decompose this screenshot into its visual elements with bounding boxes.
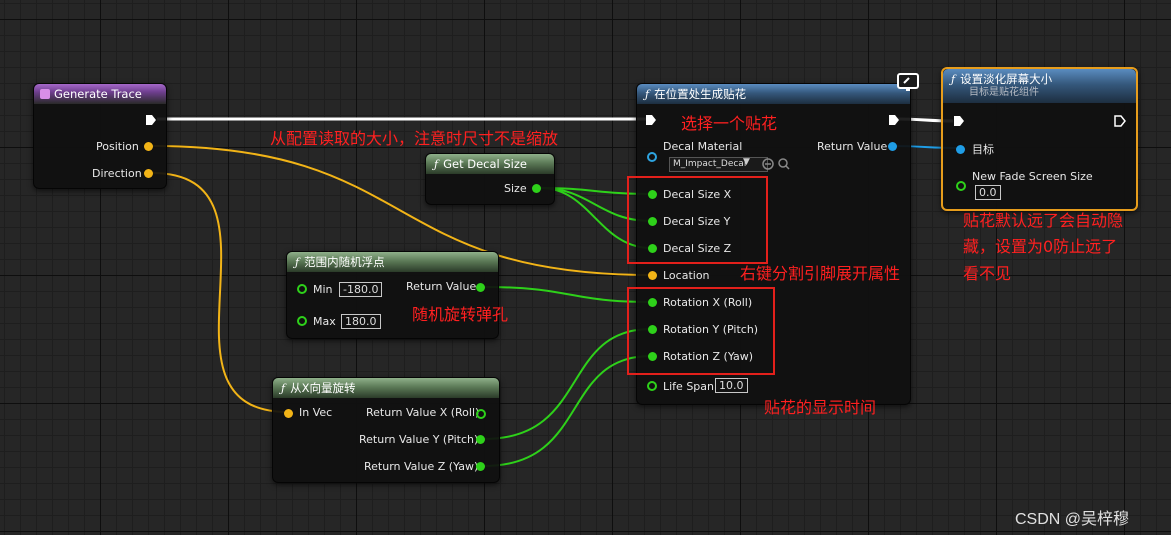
min-value-field[interactable]: -180.0 xyxy=(339,282,383,297)
pin-label-target: 目标 xyxy=(972,143,994,156)
event-icon xyxy=(40,89,50,99)
size-pin[interactable] xyxy=(532,184,541,193)
function-icon: ƒ xyxy=(645,88,650,101)
node-title: 设置淡化屏幕大小 xyxy=(960,72,1053,86)
function-icon: ƒ xyxy=(281,382,286,395)
new-fade-screen-size-field[interactable]: 0.0 xyxy=(975,185,1001,200)
location-pin[interactable] xyxy=(648,271,657,280)
pin-label-direction: Direction xyxy=(92,167,142,180)
in-vec-pin[interactable] xyxy=(284,409,293,418)
pin-label-position: Position xyxy=(96,140,139,153)
node-title: 范围内随机浮点 xyxy=(304,255,385,269)
pin-label-decal-material: Decal Material xyxy=(663,140,743,153)
pin-label-return-z: Return Value Z (Yaw) xyxy=(364,460,479,473)
annotation-config-size: 从配置读取的大小，注意时尺寸不是缩放 xyxy=(270,129,559,148)
direction-pin[interactable] xyxy=(144,169,153,178)
highlight-box-decal-size xyxy=(627,176,768,264)
pin-label-return-value: Return Value xyxy=(406,280,477,293)
return-z-pin[interactable] xyxy=(476,462,485,471)
return-value-pin[interactable] xyxy=(476,283,485,292)
node-subtitle: 目标是贴花组件 xyxy=(969,87,1039,98)
node-title: Generate Trace xyxy=(54,87,142,101)
pin-label-location: Location xyxy=(663,269,710,282)
annotation-random-rotate: 随机旋转弹孔 xyxy=(412,305,509,324)
monitor-icon xyxy=(897,73,919,91)
annotation-fade-note-3: 看不见 xyxy=(963,264,1012,283)
annotation-display-time: 贴花的显示时间 xyxy=(764,398,877,417)
pin-label-new-fade-screen-size: New Fade Screen Size xyxy=(972,170,1093,183)
target-pin[interactable] xyxy=(956,145,965,154)
reset-arrow-icon[interactable] xyxy=(761,157,775,171)
node-rotation-from-x-vector[interactable]: ƒ 从X向量旋转 In Vec Return Value X (Roll) Ret… xyxy=(272,377,500,483)
node-set-fade-screen-size[interactable]: ƒ 设置淡化屏幕大小 目标是贴花组件 目标 New Fade Screen Siz… xyxy=(941,67,1138,211)
annotation-choose-decal: 选择一个贴花 xyxy=(681,114,778,133)
node-generate-trace[interactable]: Generate Trace Position Direction xyxy=(33,83,167,189)
max-value-field[interactable]: 180.0 xyxy=(341,314,381,329)
browse-search-icon[interactable] xyxy=(777,157,791,171)
min-pin[interactable] xyxy=(297,284,307,294)
max-pin[interactable] xyxy=(297,316,307,326)
pin-label-return-value: Return Value xyxy=(817,140,888,153)
pin-label-return-x: Return Value X (Roll) xyxy=(366,406,480,419)
pin-label-min: Min xyxy=(313,283,333,296)
pin-label-return-y: Return Value Y (Pitch) xyxy=(359,433,479,446)
dropdown-chevron-icon[interactable]: ▼ xyxy=(743,157,750,167)
wire-direction-to-in-vec[interactable] xyxy=(151,172,289,413)
return-y-pin[interactable] xyxy=(476,435,485,444)
pin-label-in-vec: In Vec xyxy=(299,406,333,419)
function-icon: ƒ xyxy=(295,256,300,269)
position-pin[interactable] xyxy=(144,142,153,151)
node-get-decal-size[interactable]: ƒ Get Decal Size Size xyxy=(425,153,555,205)
pin-label-max: Max xyxy=(313,315,336,328)
wire-pitch-to-rotation-y[interactable] xyxy=(483,328,652,440)
function-icon: ƒ xyxy=(951,73,956,86)
node-title: 从X向量旋转 xyxy=(290,381,356,395)
decal-material-pin[interactable] xyxy=(647,152,657,162)
node-title: 在位置处生成贴花 xyxy=(654,87,747,101)
function-icon: ƒ xyxy=(434,158,439,171)
pin-label-size: Size xyxy=(504,182,527,195)
wire-yaw-to-rotation-z[interactable] xyxy=(483,355,652,467)
pin-label-life-span: Life Span xyxy=(663,380,714,393)
annotation-fade-note-2: 藏，设置为0防止远了 xyxy=(963,237,1118,256)
highlight-box-rotation xyxy=(627,287,775,375)
return-x-pin[interactable] xyxy=(476,409,486,419)
watermark: CSDN @吴梓穆 xyxy=(1015,511,1130,528)
new-fade-screen-size-pin[interactable] xyxy=(956,181,966,191)
annotation-fade-note-1: 贴花默认远了会自动隐 xyxy=(963,211,1124,230)
node-title: Get Decal Size xyxy=(443,157,527,171)
life-span-field[interactable]: 10.0 xyxy=(715,378,748,393)
return-value-pin[interactable] xyxy=(888,142,897,151)
life-span-pin[interactable] xyxy=(647,381,657,391)
material-select[interactable]: M_Impact_Decal xyxy=(669,157,768,172)
annotation-split-pin: 右键分割引脚展开属性 xyxy=(740,264,901,283)
